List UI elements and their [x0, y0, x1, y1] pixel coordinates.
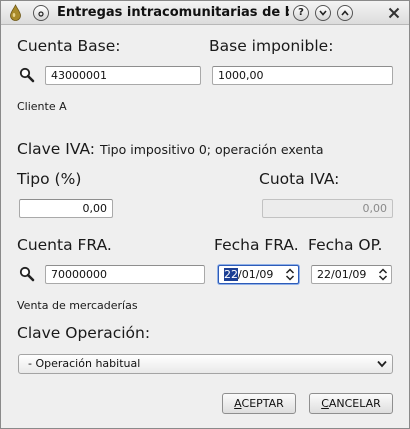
- help-icon: ?: [298, 7, 304, 18]
- cuenta-base-label: Cuenta Base:: [17, 37, 121, 55]
- fecha-fra-selected-day: 22: [224, 268, 238, 281]
- chevron-up-icon: [341, 10, 349, 16]
- circle-icon: [38, 11, 44, 17]
- cuenta-base-name: Cliente A: [17, 100, 67, 113]
- search-icon[interactable]: [18, 66, 36, 84]
- base-imponible-label: Base imponible:: [209, 37, 334, 55]
- tipo-label: Tipo (%): [17, 170, 82, 188]
- clave-iva-description: Tipo impositivo 0; operación exenta: [99, 142, 324, 157]
- title-bar[interactable]: Entregas intracomunitarias de b ?: [1, 1, 409, 25]
- close-icon[interactable]: [387, 6, 401, 20]
- cuenta-fra-name: Venta de mercaderías: [17, 299, 138, 312]
- fecha-fra-rest: /01/09: [238, 268, 274, 281]
- base-imponible-input[interactable]: 1000,00: [212, 66, 393, 85]
- fecha-fra-label: Fecha FRA.: [214, 236, 299, 254]
- chevron-down-icon: [319, 10, 327, 16]
- accept-label-rest: CEPTAR: [241, 397, 284, 410]
- spinner-icon[interactable]: [285, 268, 295, 281]
- app-drop-icon[interactable]: [7, 4, 24, 21]
- clave-iva-title: Clave IVA:: [17, 140, 95, 158]
- cancel-button[interactable]: CANCELAR: [309, 393, 393, 414]
- cuenta-fra-input[interactable]: 70000000: [45, 265, 205, 284]
- cancel-label-rest: ANCELAR: [328, 397, 381, 410]
- maximize-button[interactable]: [337, 5, 353, 21]
- cuota-iva-input: 0,00: [262, 199, 393, 218]
- tipo-input[interactable]: 0,00: [19, 199, 113, 218]
- cuenta-fra-label: Cuenta FRA.: [17, 236, 112, 254]
- fecha-op-label: Fecha OP.: [308, 236, 383, 254]
- accept-mnemonic: A: [234, 397, 242, 410]
- chevron-down-icon: [377, 360, 387, 368]
- fecha-op-value: 22/01/09: [317, 268, 367, 281]
- help-button[interactable]: ?: [293, 5, 309, 21]
- clave-operacion-label: Clave Operación:: [17, 324, 151, 342]
- cuenta-base-input[interactable]: 43000001: [45, 66, 201, 85]
- clave-operacion-select[interactable]: - Operación habitual: [18, 354, 393, 374]
- search-icon[interactable]: [18, 265, 36, 283]
- spinner-icon[interactable]: [378, 268, 388, 281]
- window-title: Entregas intracomunitarias de b: [57, 5, 289, 20]
- dialog-window: Entregas intracomunitarias de b ? Cuenta…: [0, 0, 410, 429]
- window-menu-button[interactable]: [33, 5, 49, 21]
- fecha-fra-input[interactable]: 22/01/09: [218, 265, 299, 284]
- clave-iva-label: Clave IVA: Tipo impositivo 0; operación …: [17, 140, 324, 158]
- cancel-mnemonic: C: [321, 397, 329, 410]
- cuota-iva-label: Cuota IVA:: [259, 170, 340, 188]
- fecha-op-input[interactable]: 22/01/09: [311, 265, 392, 284]
- accept-button[interactable]: ACEPTAR: [222, 393, 296, 414]
- clave-operacion-selected: - Operación habitual: [28, 357, 141, 370]
- minimize-button[interactable]: [315, 5, 331, 21]
